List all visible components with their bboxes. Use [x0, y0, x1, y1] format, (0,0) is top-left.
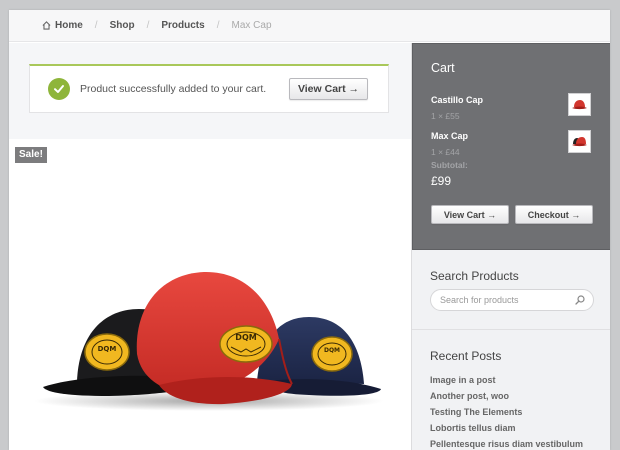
cart-item-qty: 1 × £44	[431, 147, 460, 157]
breadcrumb-separator: /	[94, 20, 98, 31]
subtotal-value: £99	[431, 174, 452, 188]
product-image[interactable]: DQM DQM DQM	[9, 139, 411, 450]
check-circle-icon	[48, 78, 70, 100]
black-cap-logo: DQM	[98, 345, 117, 353]
search-input[interactable]	[440, 295, 575, 305]
search-title: Search Products	[430, 269, 519, 283]
recent-post-link[interactable]: Pellentesque risus diam vestibulum	[430, 439, 583, 449]
search-icon[interactable]	[575, 295, 585, 305]
breadcrumb-separator: /	[146, 20, 150, 31]
view-cart-button[interactable]: View Cart →	[289, 78, 368, 100]
search-box[interactable]	[430, 289, 594, 311]
breadcrumb-separator: /	[216, 20, 220, 31]
search-widget: Search Products	[412, 250, 610, 330]
success-notice: Product successfully added to your cart.…	[29, 64, 389, 113]
breadcrumb: Home / Shop / Products / Max Cap	[9, 10, 610, 42]
recent-posts-title: Recent Posts	[430, 349, 502, 363]
breadcrumb-products[interactable]: Products	[161, 20, 204, 31]
navy-cap-logo: DQM	[324, 347, 340, 354]
sidebar: Cart Castillo Cap 1 × £55 Max Cap 1 × £4…	[411, 43, 610, 450]
page: Home / Shop / Products / Max Cap Product…	[9, 10, 610, 450]
cart-view-cart-button[interactable]: View Cart →	[431, 205, 509, 224]
product-image-area: DQM DQM DQM Sale!	[9, 139, 411, 450]
notice-message: Product successfully added to your cart.	[80, 83, 267, 95]
cart-item-thumbnail[interactable]	[568, 130, 591, 153]
breadcrumb-shop[interactable]: Shop	[110, 20, 135, 31]
red-cap: DQM	[136, 271, 293, 405]
subtotal-label: Subtotal:	[431, 160, 468, 170]
red-cap-logo: DQM	[235, 333, 256, 342]
cart-widget: Cart Castillo Cap 1 × £55 Max Cap 1 × £4…	[412, 43, 610, 250]
breadcrumb-home[interactable]: Home	[55, 20, 83, 31]
cart-item-thumbnail[interactable]	[568, 93, 591, 116]
recent-post-link[interactable]: Lobortis tellus diam	[430, 423, 516, 433]
main-content: Product successfully added to your cart.…	[9, 43, 411, 450]
recent-posts-widget: Recent Posts Image in a post Another pos…	[412, 331, 610, 450]
recent-post-link[interactable]: Image in a post	[430, 375, 496, 385]
recent-post-link[interactable]: Testing The Elements	[430, 407, 522, 417]
cart-item-name[interactable]: Castillo Cap	[431, 95, 483, 105]
cart-item-name[interactable]: Max Cap	[431, 131, 468, 141]
home-icon[interactable]	[42, 21, 51, 30]
checkout-button[interactable]: Checkout →	[515, 205, 593, 224]
cart-item-qty: 1 × £55	[431, 111, 460, 121]
breadcrumb-current: Max Cap	[231, 20, 272, 31]
recent-post-link[interactable]: Another post, woo	[430, 391, 509, 401]
sale-badge: Sale!	[15, 147, 47, 163]
cart-title: Cart	[431, 61, 455, 75]
